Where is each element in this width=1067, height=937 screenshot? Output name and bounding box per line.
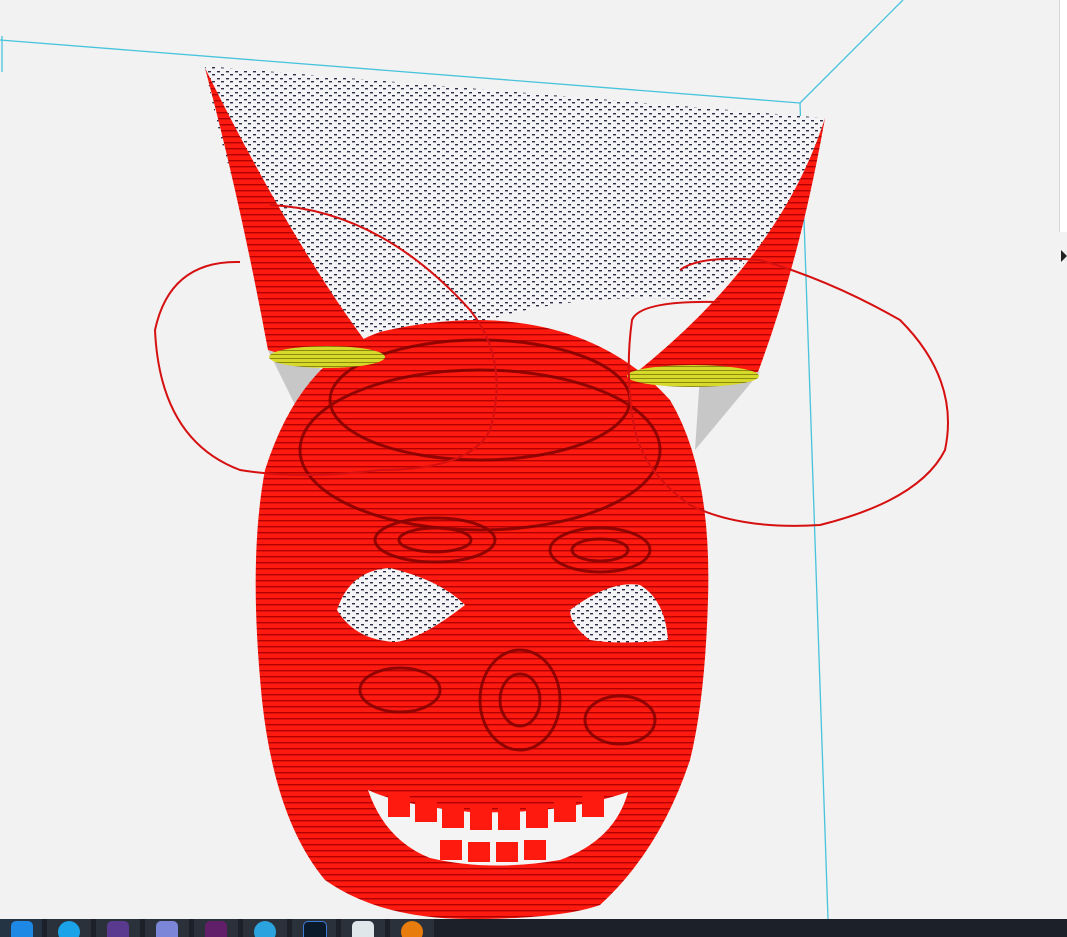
cut-face-right: [627, 365, 759, 387]
telegram-icon: [254, 921, 276, 937]
taskbar-slack[interactable]: [194, 919, 238, 937]
panel-expand-arrow-icon[interactable]: [1061, 250, 1067, 262]
skype-icon: [58, 921, 80, 937]
taskbar-telegram[interactable]: [243, 919, 287, 937]
taskbar-blender[interactable]: [390, 919, 434, 937]
taskbar-terminal[interactable]: [292, 919, 336, 937]
app-icon-c: [11, 921, 33, 937]
3d-viewport[interactable]: [0, 0, 1067, 919]
taskbar-discord[interactable]: [145, 919, 189, 937]
terminal-icon: [303, 921, 327, 937]
taskbar-skype[interactable]: [47, 919, 91, 937]
taskbar-app-c[interactable]: [0, 919, 42, 937]
purple-app-icon: [107, 921, 129, 937]
discord-icon: [156, 921, 178, 937]
slack-icon: [205, 921, 227, 937]
taskbar-purple-app[interactable]: [96, 919, 140, 937]
settings-panel-edge[interactable]: [1059, 0, 1067, 232]
taskbar-notepad[interactable]: [341, 919, 385, 937]
notepad-icon: [352, 921, 374, 937]
blender-icon: [401, 921, 423, 937]
cut-face-left: [269, 346, 385, 368]
sliced-model-scene[interactable]: [0, 0, 1067, 919]
windows-taskbar: [0, 919, 1067, 937]
